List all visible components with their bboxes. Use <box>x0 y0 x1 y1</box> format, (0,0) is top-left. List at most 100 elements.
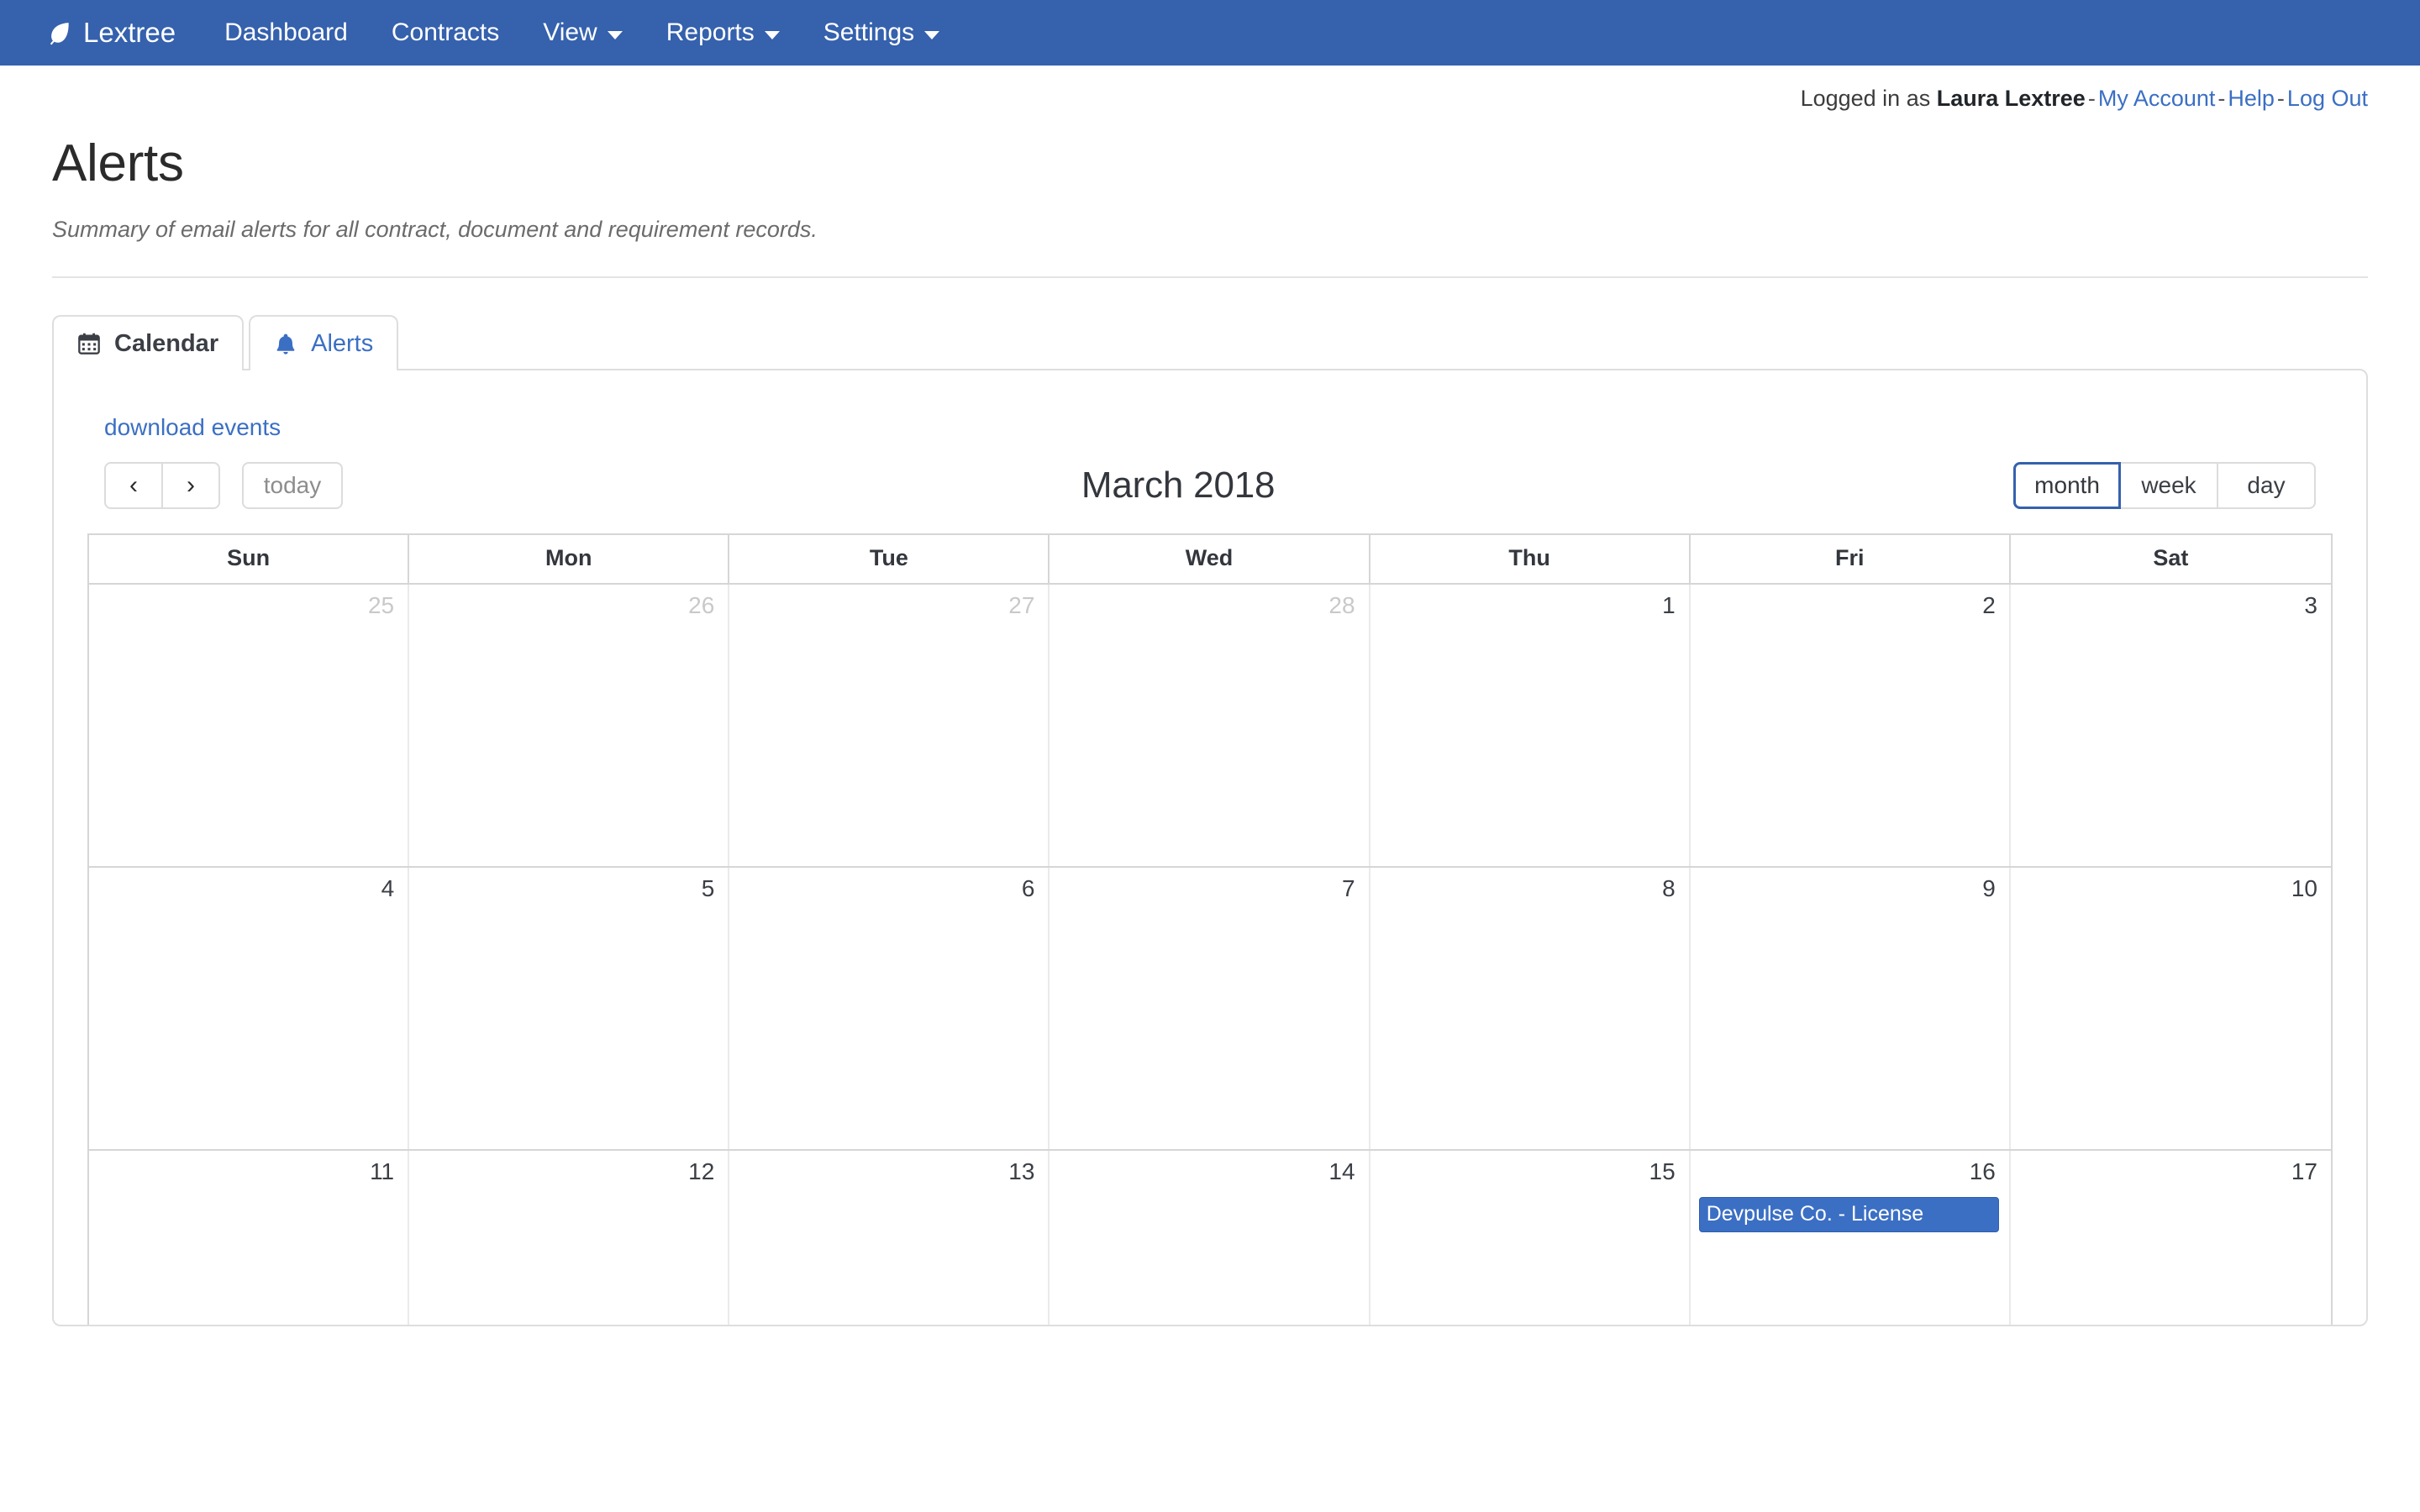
page-title: Alerts <box>52 134 184 192</box>
calendar-day-cell[interactable]: 27 <box>729 585 1050 866</box>
calendar-tab-panel: download events ‹ › today March 2018 mon… <box>52 369 2368 1326</box>
separator: - <box>2217 86 2226 111</box>
calendar-icon <box>77 332 101 355</box>
day-number: 5 <box>701 875 715 901</box>
view-switch-group: month week day <box>2013 462 2316 509</box>
day-number: 13 <box>1008 1158 1035 1184</box>
day-number: 4 <box>381 875 395 901</box>
nav-item-reports[interactable]: Reports <box>666 18 780 47</box>
calendar-day-cell[interactable]: 5 <box>409 868 730 1149</box>
day-header-wed: Wed <box>1050 535 1370 583</box>
day-header-thu: Thu <box>1370 535 1691 583</box>
logged-in-prefix: Logged in as <box>1800 86 1931 111</box>
nav-item-settings[interactable]: Settings <box>823 18 940 47</box>
calendar-day-cell[interactable]: 28 <box>1050 585 1370 866</box>
nav-item-label: View <box>543 18 597 46</box>
day-number: 15 <box>1649 1158 1676 1184</box>
next-month-button[interactable]: › <box>161 462 220 509</box>
calendar-grid: Sun Mon Tue Wed Thu Fri Sat 25 26 27 28 1 2 3 4… <box>87 533 2333 1325</box>
view-week-button[interactable]: week <box>2119 462 2218 509</box>
user-session-bar: Logged in as Laura Lextree - My Account … <box>0 66 2420 112</box>
calendar-day-cell[interactable]: 10 <box>2011 868 2331 1149</box>
help-link[interactable]: Help <box>2228 86 2275 112</box>
day-number: 1 <box>1662 592 1676 618</box>
day-number: 2 <box>1982 592 1996 618</box>
day-number: 28 <box>1328 592 1355 618</box>
separator: - <box>2087 86 2096 111</box>
day-number: 26 <box>688 592 715 618</box>
bell-icon <box>274 332 297 355</box>
calendar-weeks: 25 26 27 28 1 2 3 4 5 6 7 8 9 10 11 12 13 14 15 16 Devpulse … <box>87 583 2333 1325</box>
tab-bar: Calendar Alerts <box>52 315 2368 370</box>
nav-item-dashboard[interactable]: Dashboard <box>224 18 348 47</box>
calendar-day-cell[interactable]: 13 <box>729 1151 1050 1325</box>
view-day-button[interactable]: day <box>2217 462 2316 509</box>
chevron-down-icon <box>607 31 623 39</box>
nav-item-label: Settings <box>823 18 915 46</box>
calendar-day-cell[interactable]: 12 <box>409 1151 730 1325</box>
my-account-link[interactable]: My Account <box>2098 86 2216 112</box>
calendar-event[interactable]: Devpulse Co. - License <box>1698 1196 1999 1233</box>
log-out-link[interactable]: Log Out <box>2287 86 2368 112</box>
brand-link[interactable]: Lextree <box>47 17 176 49</box>
day-header-sun: Sun <box>89 535 410 583</box>
day-number: 17 <box>2291 1158 2317 1184</box>
download-events-link[interactable]: download events <box>104 414 281 441</box>
day-number: 9 <box>1982 875 1996 901</box>
header-divider <box>52 276 2368 278</box>
calendar-toolbar: ‹ › today March 2018 month week day <box>87 459 2333 512</box>
day-header-sat: Sat <box>2153 545 2189 570</box>
calendar-day-cell[interactable]: 2 <box>1691 585 2011 866</box>
calendar-day-cell[interactable]: 3 <box>2011 585 2331 866</box>
calendar-week-row: 25 26 27 28 1 2 3 <box>89 583 2331 866</box>
tab-calendar[interactable]: Calendar <box>52 315 245 370</box>
page-container: Alerts Summary of email alerts for all c… <box>0 134 2420 1326</box>
nav-item-label: Reports <box>666 18 755 46</box>
calendar-day-cell[interactable]: 9 <box>1691 868 2011 1149</box>
main-navbar: Lextree Dashboard Contracts View Reports… <box>0 0 2420 66</box>
day-number: 10 <box>2291 875 2317 901</box>
day-number: 12 <box>688 1158 715 1184</box>
separator: - <box>2276 86 2285 111</box>
chevron-down-icon <box>764 31 780 39</box>
day-number: 16 <box>1969 1158 1996 1184</box>
brand-label: Lextree <box>83 17 176 48</box>
chevron-down-icon <box>924 31 940 39</box>
calendar-title: March 2018 <box>1081 465 1276 506</box>
calendar-day-cell[interactable]: 11 <box>89 1151 410 1325</box>
calendar-day-cell[interactable]: 8 <box>1370 868 1691 1149</box>
prev-month-button[interactable]: ‹ <box>104 462 163 509</box>
calendar-day-cell[interactable]: 4 <box>89 868 410 1149</box>
day-number: 8 <box>1662 875 1676 901</box>
leaf-icon <box>47 20 72 45</box>
tab-alerts[interactable]: Alerts <box>249 315 399 370</box>
day-header-mon: Mon <box>409 535 730 583</box>
calendar-nav-group: ‹ › today <box>104 462 343 509</box>
day-number: 6 <box>1021 875 1035 901</box>
day-header-tue: Tue <box>729 535 1050 583</box>
calendar-day-cell[interactable]: 14 <box>1050 1151 1370 1325</box>
page-subtitle: Summary of email alerts for all contract… <box>52 217 818 242</box>
calendar-day-cell[interactable]: 26 <box>409 585 730 866</box>
calendar-day-headers: Sun Mon Tue Wed Thu Fri Sat <box>87 533 2333 583</box>
view-month-button[interactable]: month <box>2013 462 2121 509</box>
nav-item-label: Contracts <box>391 18 500 46</box>
nav-item-label: Dashboard <box>224 18 348 46</box>
day-number: 14 <box>1328 1158 1355 1184</box>
calendar-week-row: 4 5 6 7 8 9 10 <box>89 866 2331 1149</box>
calendar-day-cell[interactable]: 17 <box>2011 1151 2331 1325</box>
nav-item-contracts[interactable]: Contracts <box>392 18 499 47</box>
calendar-day-cell[interactable]: 15 <box>1370 1151 1691 1325</box>
day-number: 11 <box>370 1158 395 1184</box>
prev-next-group: ‹ › <box>104 462 220 509</box>
calendar-day-cell[interactable]: 25 <box>89 585 410 866</box>
day-number: 25 <box>367 592 395 618</box>
logged-in-username: Laura Lextree <box>1936 86 2086 111</box>
calendar-day-cell[interactable]: 1 <box>1370 585 1691 866</box>
nav-item-view[interactable]: View <box>543 18 623 47</box>
calendar-day-cell[interactable]: 16 Devpulse Co. - License <box>1691 1151 2011 1325</box>
calendar-day-cell[interactable]: 7 <box>1050 868 1370 1149</box>
calendar-day-cell[interactable]: 6 <box>729 868 1050 1149</box>
today-button[interactable]: today <box>242 462 343 509</box>
day-header-fri: Fri <box>1691 535 2011 583</box>
